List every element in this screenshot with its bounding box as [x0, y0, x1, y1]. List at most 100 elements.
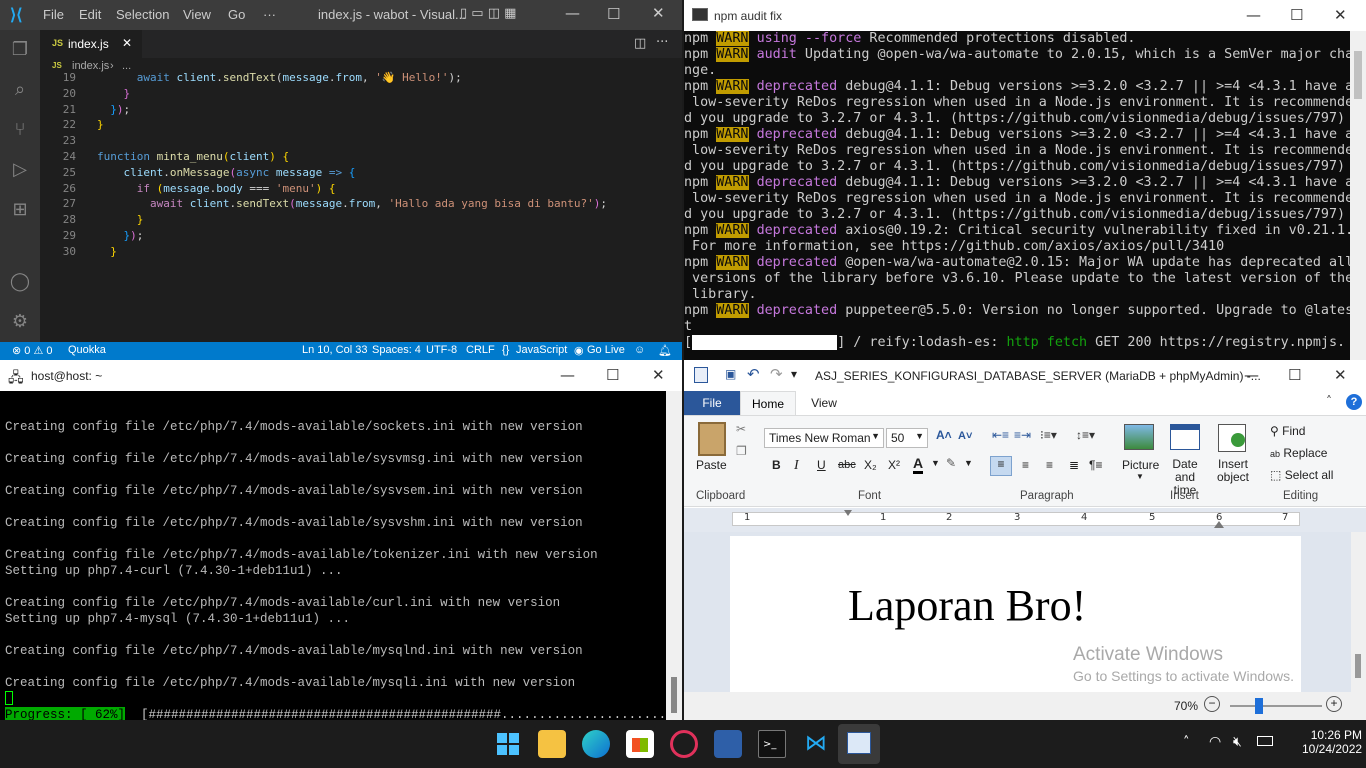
scrollbar[interactable] [666, 391, 682, 720]
edge-browser-icon[interactable] [582, 730, 610, 758]
search-icon[interactable]: ⌕ [8, 78, 32, 102]
go-live-button[interactable]: Go Live [587, 344, 625, 356]
picture-dropdown-icon[interactable]: ▼ [1136, 472, 1144, 481]
tray-overflow-icon[interactable]: ˄ [1183, 735, 1190, 750]
file-explorer-icon[interactable] [538, 730, 566, 758]
picture-icon[interactable] [1124, 424, 1154, 450]
close-button[interactable]: ✕ [652, 366, 665, 384]
close-button[interactable]: ✕ [1334, 366, 1347, 384]
paragraph-icon[interactable]: ¶≡ [1089, 458, 1102, 472]
align-left-icon[interactable]: ≡ [990, 456, 1012, 476]
app-icon[interactable] [670, 730, 698, 758]
minimize-button[interactable]: — [565, 4, 580, 22]
account-icon[interactable]: ◯ [8, 270, 32, 294]
settings-gear-icon[interactable]: ⚙ [8, 310, 32, 334]
collapse-ribbon-icon[interactable]: ˄ [1326, 394, 1332, 408]
close-button[interactable]: ✕ [1334, 6, 1347, 24]
menu-more[interactable]: ··· [263, 7, 276, 22]
cut-icon[interactable]: ✂ [736, 422, 746, 436]
align-right-icon[interactable]: ≡ [1046, 458, 1053, 472]
battery-icon[interactable] [1257, 736, 1273, 746]
notifications-icon[interactable]: 🔔︎ [658, 344, 672, 357]
insert-object-button[interactable]: Insert object [1214, 458, 1252, 484]
split-editor-icon[interactable]: ◫ [634, 36, 646, 51]
document-area[interactable]: Laporan Bro! Activate Windows Go to Sett… [684, 532, 1366, 692]
maximize-button[interactable]: ☐ [1290, 6, 1303, 24]
code-line[interactable]: 29 }); [40, 228, 144, 244]
italic-icon[interactable]: I [794, 458, 799, 474]
help-icon[interactable]: ? [1346, 394, 1362, 410]
select-all-button[interactable]: ⬚ Select all [1270, 468, 1333, 482]
code-line[interactable]: 20 } [40, 86, 130, 102]
code-line[interactable]: 30 } [40, 244, 117, 260]
code-line[interactable]: 21 }); [40, 102, 130, 118]
menu-view[interactable]: View [183, 7, 211, 22]
menu-file[interactable]: File [43, 7, 64, 22]
justify-icon[interactable]: ≣ [1069, 458, 1079, 472]
store-icon[interactable] [626, 730, 654, 758]
grow-font-icon[interactable]: A˄ [936, 428, 952, 442]
tab-view[interactable]: View [796, 391, 852, 415]
code-line[interactable]: 27 await client.sendText(message.from, '… [40, 196, 607, 212]
tab-close-icon[interactable]: ✕ [122, 36, 132, 50]
document-text[interactable]: Laporan Bro! [848, 580, 1086, 631]
save-icon[interactable]: ▣ [725, 367, 736, 381]
decrease-indent-icon[interactable]: ⇤≡ [992, 428, 1009, 442]
code-line[interactable]: 22} [40, 117, 104, 133]
language-mode[interactable]: JavaScript [516, 344, 567, 356]
clock[interactable]: 10:26 PM 10/24/2022 [1302, 728, 1362, 756]
cursor-position[interactable]: Ln 10, Col 33 [302, 344, 367, 356]
undo-icon[interactable]: ↶ [747, 365, 760, 383]
scrollbar[interactable] [1350, 31, 1366, 360]
source-control-icon[interactable]: ⑂ [8, 118, 32, 142]
run-debug-icon[interactable]: ▷ [8, 158, 32, 182]
paste-button[interactable]: Paste [696, 458, 727, 472]
redo-icon[interactable]: ↷ [770, 365, 783, 383]
zoom-out-icon[interactable]: − [1204, 696, 1220, 712]
code-line[interactable]: 24 function minta_menu(client) { [40, 149, 289, 165]
wordpad-taskbar-active[interactable] [838, 724, 880, 764]
problems-indicator[interactable]: ⊗ 0 ⚠ 0 [12, 344, 53, 357]
underline-icon[interactable]: U [817, 458, 826, 472]
menu-go[interactable]: Go [228, 7, 245, 22]
menu-selection[interactable]: Selection [116, 7, 169, 22]
explorer-icon[interactable]: ❐ [8, 38, 32, 62]
subscript-icon[interactable]: X₂ [864, 458, 877, 472]
putty-taskbar-icon[interactable] [714, 730, 742, 758]
indent-marker-icon[interactable] [844, 510, 852, 528]
quick-access-dropdown-icon[interactable]: ▾ [791, 367, 797, 381]
start-button[interactable] [494, 730, 522, 758]
strikethrough-icon[interactable]: abc [838, 459, 856, 471]
encoding[interactable]: UTF-8 [426, 344, 457, 356]
font-color-dropdown-icon[interactable]: ▼ [931, 458, 940, 468]
bullets-icon[interactable]: ⁝≡▾ [1040, 428, 1057, 442]
extensions-icon[interactable]: ⊞ [8, 198, 32, 222]
find-button[interactable]: ⚲ Find [1270, 424, 1305, 438]
highlight-icon[interactable]: ✎ [946, 456, 956, 470]
maximize-button[interactable]: ☐ [1288, 366, 1301, 384]
zoom-slider-thumb[interactable] [1255, 698, 1264, 714]
close-button[interactable]: ✕ [652, 4, 665, 22]
paste-icon[interactable] [698, 422, 726, 456]
ruler[interactable]: 1 1 2 3 4 5 6 7 [684, 508, 1366, 532]
copy-icon[interactable]: ❐ [736, 444, 747, 458]
font-family-select[interactable]: Times New Roman ▼ [764, 428, 884, 448]
minimize-button[interactable]: — [560, 366, 575, 384]
indentation[interactable]: Spaces: 4 [372, 344, 421, 356]
shrink-font-icon[interactable]: A˅ [958, 430, 972, 442]
terminal-taskbar-icon[interactable]: >_ [758, 730, 786, 758]
tab-index-js[interactable]: JS index.js ✕ [40, 30, 142, 58]
increase-indent-icon[interactable]: ≡⇥ [1014, 428, 1031, 442]
menu-edit[interactable]: Edit [79, 7, 101, 22]
document-page[interactable]: Laporan Bro! Activate Windows Go to Sett… [730, 536, 1301, 692]
tab-home[interactable]: Home [740, 391, 796, 416]
replace-button[interactable]: ab Replace [1270, 446, 1327, 460]
zoom-slider[interactable] [1230, 705, 1322, 707]
code-line[interactable]: 26 if (message.body === 'menu') { [40, 181, 336, 197]
line-spacing-icon[interactable]: ↕≡▾ [1076, 428, 1095, 442]
more-actions-icon[interactable]: ··· [656, 35, 668, 50]
vscode-taskbar-icon[interactable]: ⋈ [802, 730, 830, 758]
wifi-icon[interactable]: ◠ [1209, 734, 1221, 750]
calendar-icon[interactable] [1170, 424, 1200, 450]
doc-scrollbar[interactable] [1351, 532, 1366, 692]
